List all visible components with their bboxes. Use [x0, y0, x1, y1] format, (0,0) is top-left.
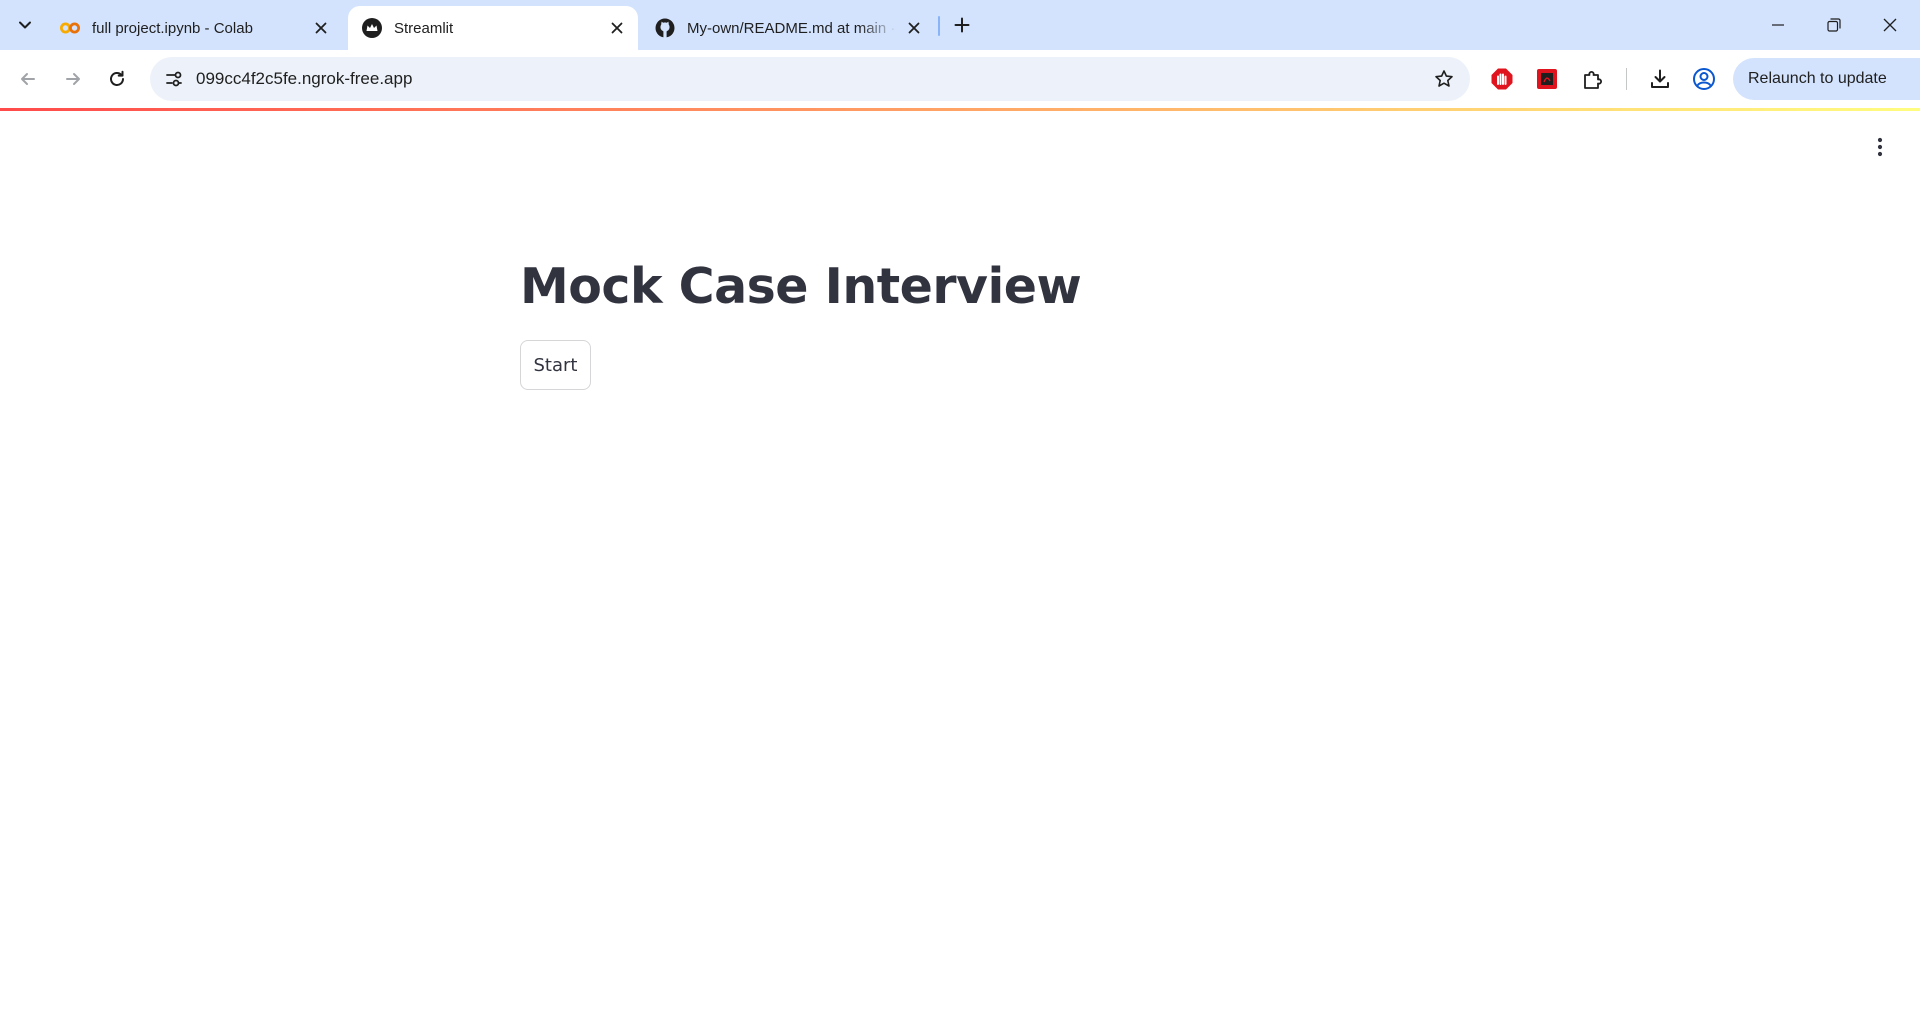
arrow-right-icon — [66, 73, 80, 85]
github-icon — [655, 18, 675, 38]
tab-separator — [938, 16, 940, 36]
plus-icon — [954, 17, 970, 33]
tab-title: My-own/README.md at main · — [687, 19, 896, 37]
start-button[interactable]: Start — [520, 340, 591, 390]
colab-icon — [60, 18, 80, 38]
main-content: Mock Case Interview Start — [520, 250, 1082, 390]
extensions-puzzle-icon[interactable] — [1578, 64, 1608, 94]
arrow-left-icon — [21, 73, 35, 85]
new-tab-button[interactable] — [947, 10, 977, 40]
close-icon[interactable] — [310, 17, 332, 39]
page-title: Mock Case Interview — [520, 258, 1082, 315]
streamlit-decoration-bar — [0, 108, 1920, 111]
address-bar[interactable]: 099cc4f2c5fe.ngrok-free.app — [150, 57, 1470, 101]
tab-title: full project.ipynb - Colab — [92, 19, 253, 37]
chevron-down-icon — [19, 21, 31, 29]
pdf-extension-icon[interactable] — [1532, 64, 1562, 94]
close-icon[interactable] — [903, 17, 925, 39]
app-main-menu-button[interactable] — [1866, 130, 1894, 164]
tab-github[interactable]: My-own/README.md at main · — [641, 6, 935, 50]
streamlit-icon — [362, 18, 382, 38]
relaunch-to-update-button[interactable]: Relaunch to update — [1733, 58, 1920, 100]
close-window-button[interactable] — [1862, 0, 1918, 50]
back-button[interactable] — [11, 62, 45, 96]
close-icon — [1883, 18, 1897, 32]
url-text[interactable]: 099cc4f2c5fe.ngrok-free.app — [196, 57, 412, 101]
profile-avatar-icon[interactable] — [1689, 64, 1719, 94]
tab-title: Streamlit — [394, 19, 454, 37]
minimize-button[interactable] — [1750, 0, 1806, 50]
tab-streamlit[interactable]: Streamlit — [348, 6, 638, 50]
tab-colab[interactable]: full project.ipynb - Colab — [46, 6, 342, 50]
browser-toolbar: 099cc4f2c5fe.ngrok-free.app Relaunch to … — [0, 50, 1920, 108]
tab-search-button[interactable] — [10, 10, 40, 40]
relaunch-label: Relaunch to update — [1748, 70, 1887, 87]
minimize-icon — [1772, 24, 1784, 26]
download-icon[interactable] — [1645, 64, 1675, 94]
reload-icon — [110, 70, 124, 86]
tab-strip: full project.ipynb - Colab Streamlit My-… — [0, 0, 1920, 50]
forward-button[interactable] — [56, 62, 90, 96]
restore-icon — [1827, 18, 1841, 32]
toolbar-divider — [1626, 68, 1627, 90]
more-vert-icon — [1877, 137, 1883, 157]
star-icon[interactable] — [1432, 67, 1456, 91]
restore-button[interactable] — [1806, 0, 1862, 50]
site-info-icon[interactable] — [158, 63, 190, 95]
reload-button[interactable] — [100, 62, 134, 96]
close-icon[interactable] — [606, 17, 628, 39]
adblock-extension-icon[interactable] — [1487, 64, 1517, 94]
